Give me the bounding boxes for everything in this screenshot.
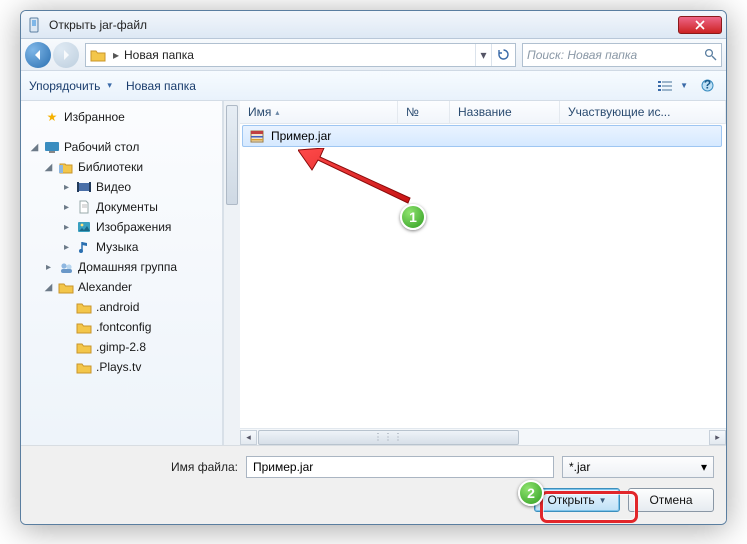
file-row[interactable]: Пример.jar [242,125,722,147]
chevron-right-icon: ▸ [110,48,122,62]
tree-desktop[interactable]: ◢Рабочий стол [21,137,222,157]
view-mode-button[interactable] [654,76,676,96]
navigation-tree: ★Избранное ◢Рабочий стол ◢Библиотеки ▸Ви… [21,101,223,445]
file-list-pane: Имя▴ № Название Участвующие ис... Пример… [240,101,726,445]
file-name: Пример.jar [271,129,331,143]
tree-favorites[interactable]: ★Избранное [21,107,222,127]
new-folder-button[interactable]: Новая папка [126,79,196,93]
search-input[interactable]: Поиск: Новая папка [522,43,722,67]
tree-folder-android[interactable]: .android [21,297,222,317]
music-icon [76,239,92,255]
column-headers: Имя▴ № Название Участвующие ис... [240,101,726,124]
document-icon [76,199,92,215]
scroll-left-button[interactable]: ◂ [240,430,257,445]
scroll-right-button[interactable]: ▸ [709,430,726,445]
cancel-button[interactable]: Отмена [628,488,714,512]
video-icon [76,179,92,195]
open-button[interactable]: Открыть▼ [534,488,620,512]
horizontal-scrollbar[interactable]: ◂ ⋮⋮⋮ ▸ [240,428,726,445]
tree-scrollbar[interactable] [223,101,240,445]
refresh-button[interactable] [491,44,515,66]
sort-indicator-icon: ▴ [275,108,279,117]
folder-icon [76,359,92,375]
desktop-icon [44,139,60,155]
libraries-icon [58,159,74,175]
tree-user[interactable]: ◢Alexander [21,277,222,297]
user-folder-icon [58,279,74,295]
tree-pictures[interactable]: ▸Изображения [21,217,222,237]
folder-icon [76,299,92,315]
homegroup-icon [58,259,74,275]
column-participants[interactable]: Участвующие ис... [560,101,726,123]
column-number[interactable]: № [398,101,450,123]
open-file-dialog: Открыть jar-файл ▸ Новая папка ▾ Поиск: … [20,10,727,525]
tree-folder-gimp[interactable]: .gimp-2.8 [21,337,222,357]
close-button[interactable] [678,16,722,34]
filetype-filter[interactable]: *.jar▾ [562,456,714,478]
address-bar[interactable]: ▸ Новая папка ▾ [85,43,516,67]
tree-videos[interactable]: ▸Видео [21,177,222,197]
chevron-down-icon: ▾ [701,460,707,474]
tree-libraries[interactable]: ◢Библиотеки [21,157,222,177]
window-title: Открыть jar-файл [49,18,678,32]
pictures-icon [76,219,92,235]
app-icon [27,17,43,33]
help-button[interactable]: ? [696,76,718,96]
folder-icon [90,48,106,62]
organize-button[interactable]: Упорядочить [29,79,112,93]
archive-icon [249,128,265,144]
breadcrumb-item[interactable]: Новая папка [122,48,196,62]
search-placeholder: Поиск: Новая папка [527,48,704,62]
navigation-bar: ▸ Новая папка ▾ Поиск: Новая папка [21,39,726,71]
filename-label: Имя файла: [171,460,238,474]
toolbar: Упорядочить Новая папка ▼ ? [21,71,726,101]
tree-folder-fontconfig[interactable]: .fontconfig [21,317,222,337]
folder-icon [76,339,92,355]
view-dropdown-icon[interactable]: ▼ [680,81,688,90]
svg-text:?: ? [703,79,710,92]
dialog-footer: Имя файла: Пример.jar *.jar▾ Открыть▼ От… [21,445,726,524]
tree-documents[interactable]: ▸Документы [21,197,222,217]
tree-folder-plays[interactable]: .Plays.tv [21,357,222,377]
search-icon [704,48,717,61]
tree-music[interactable]: ▸Музыка [21,237,222,257]
column-name[interactable]: Имя▴ [240,101,398,123]
column-title[interactable]: Название [450,101,560,123]
split-dropdown-icon[interactable]: ▼ [599,496,607,505]
title-bar: Открыть jar-файл [21,11,726,39]
forward-button[interactable] [53,42,79,68]
tree-homegroup[interactable]: ▸Домашняя группа [21,257,222,277]
star-icon: ★ [44,109,60,125]
back-button[interactable] [25,42,51,68]
filename-input[interactable]: Пример.jar [246,456,554,478]
address-dropdown[interactable]: ▾ [475,44,491,66]
folder-icon [76,319,92,335]
